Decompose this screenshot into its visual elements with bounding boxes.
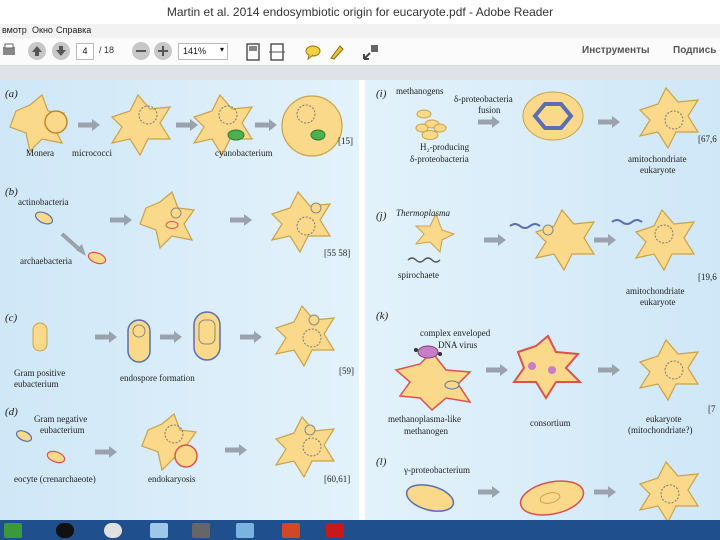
caption-gram-positive: Gram positive [14, 368, 66, 378]
panel-b-artwork [34, 191, 331, 265]
chevron-down-icon: ▾ [219, 45, 224, 54]
reader-toolbar: 4 / 18 141% ▾ Инструменты Подпись [0, 38, 720, 66]
caption-mitochondriate: (mitochondriate?) [628, 425, 693, 435]
caption-cyanobacterium: cyanobacterium [215, 148, 273, 158]
reference-a: [15] [338, 136, 353, 146]
tools-button[interactable]: Инструменты [582, 45, 650, 56]
print-icon[interactable] [2, 43, 16, 59]
caption-monera: Monera [26, 148, 54, 158]
caption-eocyte: eocyte (crenarchaeote) [14, 474, 96, 484]
taskbar-adobe-reader[interactable] [326, 523, 344, 538]
caption-spirochaete: spirochaete [398, 270, 439, 280]
panel-label-d: (d) [5, 406, 18, 418]
caption-amitochondriate-i: amitochondriate [628, 154, 687, 164]
panel-label-a: (a) [5, 88, 18, 100]
zoom-out-button[interactable] [132, 42, 150, 60]
caption-dna-virus: DNA virus [438, 340, 478, 350]
panel-label-k: (k) [376, 310, 389, 322]
caption-actinobacteria: actinobacteria [18, 197, 69, 207]
menu-item-view[interactable]: вмотр [2, 25, 27, 35]
caption-eukaryote-k: eukaryote [646, 414, 682, 424]
caption-amitochondriate-j: amitochondriate [626, 286, 685, 296]
menu-item-window[interactable]: Окно [32, 25, 53, 35]
taskbar-app-5[interactable] [236, 523, 254, 538]
panel-a-artwork [9, 94, 343, 157]
reference-i: [67,6 [698, 134, 717, 144]
caption-endospore-formation: endospore formation [120, 373, 195, 383]
comment-icon[interactable] [304, 43, 322, 61]
page-total: / 18 [99, 45, 115, 55]
arrow-up-icon [32, 46, 42, 56]
highlight-pen-icon[interactable] [328, 43, 346, 61]
caption-micrococci: micrococci [72, 148, 112, 158]
window-titlebar: Martin et al. 2014 endosymbiotic origin … [0, 0, 720, 24]
taskbar-explorer[interactable] [150, 523, 168, 538]
sign-button[interactable]: Подпись [673, 45, 716, 56]
reference-b: [55 58] [324, 248, 351, 258]
reference-j: [19,6 [698, 272, 717, 282]
caption-eukaryote-j: eukaryote [640, 297, 676, 307]
zoom-level-select[interactable]: 141% ▾ [178, 43, 228, 60]
reference-d: [60,61] [324, 474, 351, 484]
panel-label-b: (b) [5, 186, 18, 198]
caption-eubacterium-d: eubacterium [40, 425, 85, 435]
caption-delta-proteobacteria-bottom: δ-proteobacteria [410, 154, 469, 164]
next-page-button[interactable] [52, 42, 70, 60]
menu-item-help[interactable]: Справка [56, 25, 91, 35]
fit-page-icon[interactable] [246, 43, 260, 61]
zoom-level-value: 141% [183, 46, 207, 56]
taskbar-powerpoint[interactable] [282, 523, 300, 538]
page-number-input[interactable]: 4 [76, 43, 94, 60]
panel-label-i: (i) [376, 88, 387, 100]
caption-gram-negative: Gram negative [34, 414, 88, 424]
reference-c: [59] [339, 366, 354, 376]
endosymbiosis-figure [9, 87, 699, 520]
reference-k: [7 [708, 404, 716, 414]
caption-thermoplasma: Thermoplasma [396, 208, 451, 218]
window-title: Martin et al. 2014 endosymbiotic origin … [166, 5, 554, 19]
caption-eukaryote-i: eukaryote [640, 165, 676, 175]
caption-methanogens: methanogens [396, 86, 444, 96]
panel-label-c: (c) [5, 312, 18, 324]
arrow-down-icon [56, 46, 66, 56]
fit-width-icon[interactable] [268, 43, 286, 61]
caption-eubacterium-c: eubacterium [14, 379, 59, 389]
zoom-in-button[interactable] [154, 42, 172, 60]
taskbar-chrome[interactable] [104, 523, 122, 538]
caption-archaebacteria: archaebacteria [20, 256, 72, 266]
caption-endokaryosis: endokaryosis [148, 474, 196, 484]
panel-label-j: (j) [376, 210, 387, 222]
caption-gamma-proteobacterium: γ-proteobacterium [404, 465, 470, 475]
panel-label-l: (l) [376, 456, 387, 468]
caption-h2-producing: H₂-producing [420, 142, 470, 152]
plus-icon [158, 46, 168, 56]
previous-page-button[interactable] [28, 42, 46, 60]
caption-methanogen: methanogen [404, 426, 448, 436]
taskbar-app-1[interactable] [56, 523, 74, 538]
caption-delta-proteobacteria-top: δ-proteobacteria [454, 94, 513, 104]
caption-fusion: fusion [478, 105, 501, 115]
caption-complex-enveloped: complex enveloped [420, 328, 491, 338]
panel-j-artwork [407, 209, 695, 271]
start-button[interactable] [4, 523, 22, 538]
caption-consortium: consortium [530, 418, 571, 428]
taskbar-app-4[interactable] [192, 523, 210, 538]
panel-c-artwork [32, 305, 335, 367]
caption-methanoplasma-like: methanoplasma-like [388, 414, 461, 424]
windows-taskbar [0, 520, 720, 540]
minus-icon [136, 50, 146, 52]
menu-bar: вмотр Окно Справка [0, 24, 720, 38]
expand-icon[interactable] [362, 43, 380, 61]
